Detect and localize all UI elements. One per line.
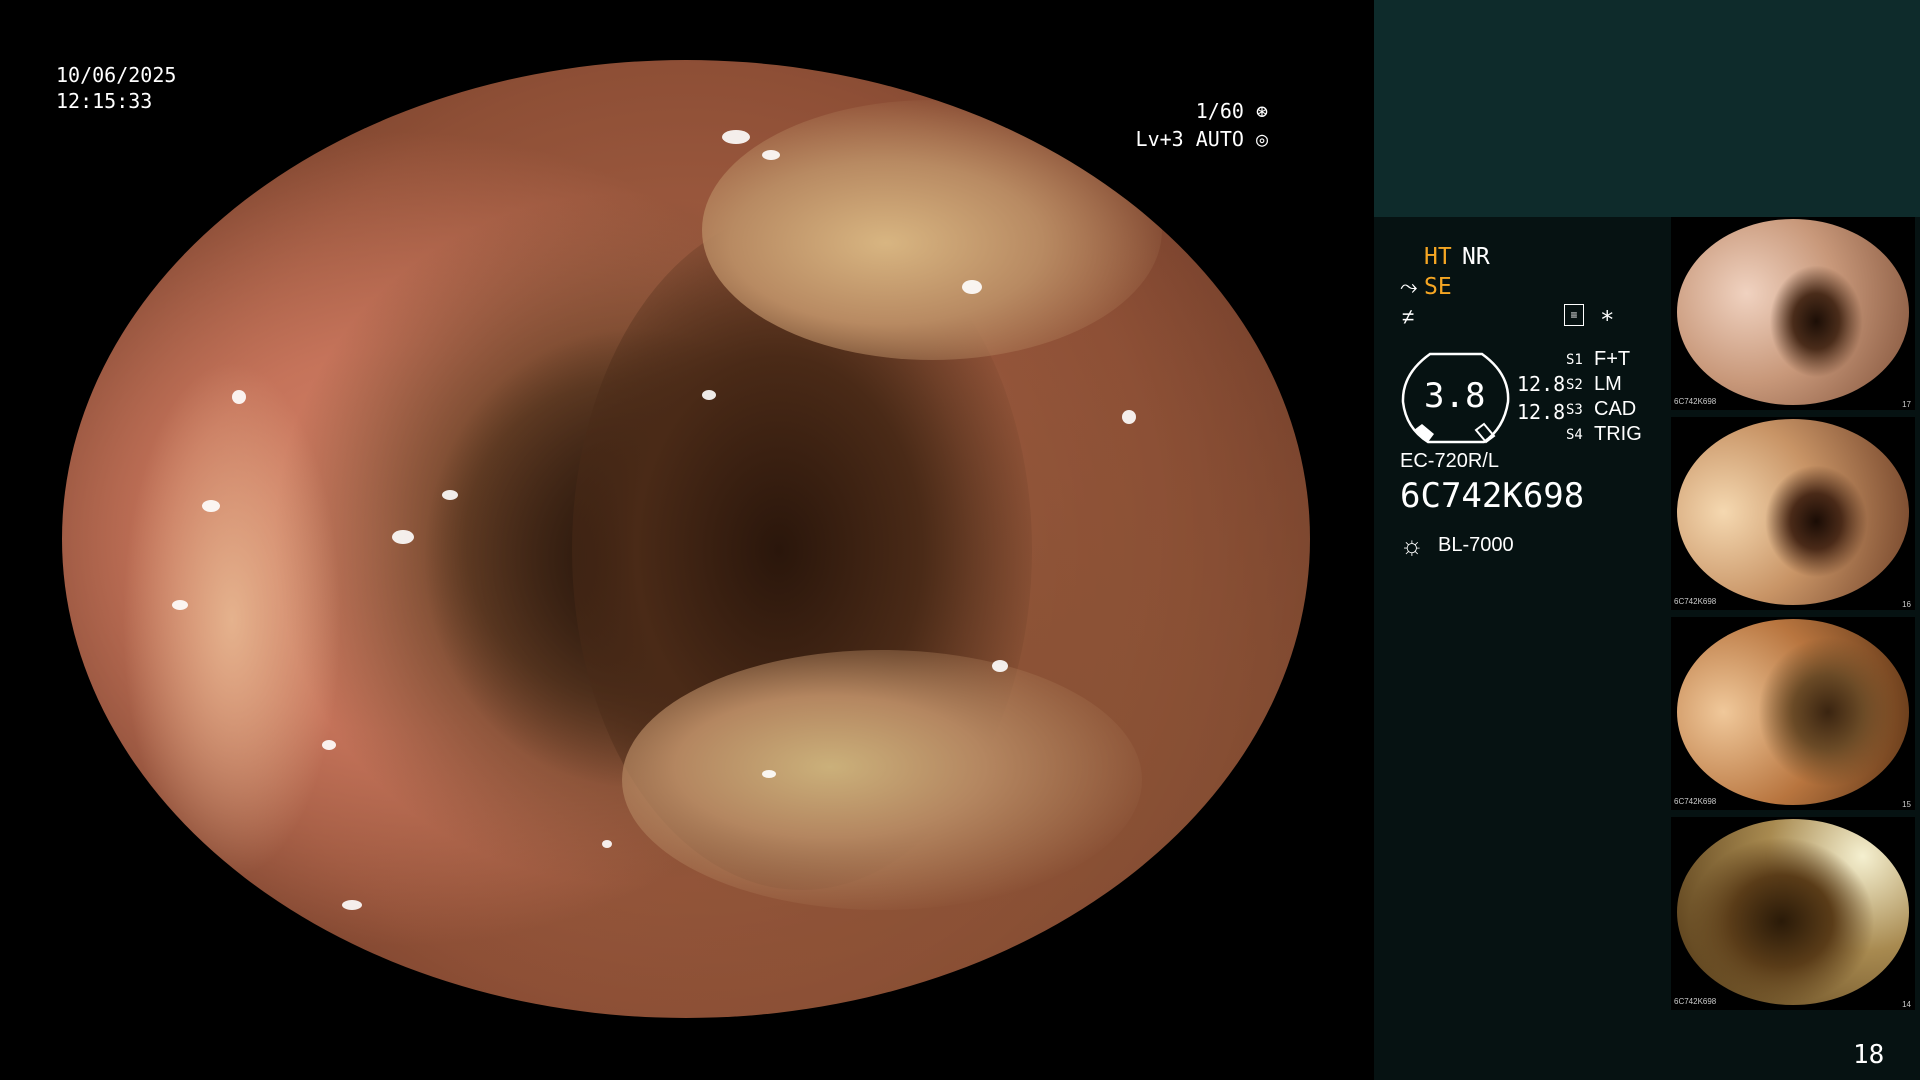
thumbnail-id: 6C742K698 bbox=[1674, 797, 1717, 806]
thumbnail-image bbox=[1677, 619, 1909, 805]
thumbnail[interactable]: 6C742K698 16 bbox=[1671, 417, 1915, 610]
gauge-value: 3.8 bbox=[1424, 376, 1486, 416]
thumbnail-number: 16 bbox=[1902, 600, 1911, 609]
gauge-value-bottom: 12.8 bbox=[1517, 400, 1566, 424]
shutter-speed-row: 1/60 ⊛ bbox=[1196, 98, 1268, 124]
frame-count: 18 bbox=[1853, 1040, 1885, 1070]
switch-key-s1: S1 bbox=[1566, 352, 1583, 368]
asterisk-mark: * bbox=[1600, 306, 1615, 334]
exam-date: 10/06/2025 bbox=[56, 63, 177, 87]
aperture-icon: ⊛ bbox=[1255, 99, 1268, 123]
light-source-icon: ☼ bbox=[1400, 530, 1424, 560]
switch-key-s2: S2 bbox=[1566, 377, 1583, 393]
thumbnail-number: 14 bbox=[1902, 1000, 1911, 1009]
exam-time: 12:15:33 bbox=[56, 89, 153, 113]
switch-value-s3: CAD bbox=[1594, 398, 1637, 420]
captured-images-list: 6C742K698 17 6C742K698 16 6C742K698 15 6… bbox=[1668, 217, 1920, 1017]
switch-value-s4: TRIG bbox=[1594, 423, 1642, 445]
nr-label: NR bbox=[1462, 244, 1490, 270]
thumbnail[interactable]: 6C742K698 17 bbox=[1671, 217, 1915, 410]
thumbnail-id: 6C742K698 bbox=[1674, 397, 1717, 406]
ht-label: HT bbox=[1424, 244, 1452, 270]
se-label: SE bbox=[1424, 274, 1452, 300]
thumbnail-image bbox=[1677, 219, 1909, 405]
thumbnail-id: 6C742K698 bbox=[1674, 597, 1717, 606]
switch-key-s3: S3 bbox=[1566, 402, 1583, 418]
switch-value-s2: LM bbox=[1594, 373, 1622, 395]
thumbnail-image bbox=[1677, 419, 1909, 605]
thumbnail[interactable]: 6C742K698 14 bbox=[1671, 817, 1915, 1010]
thumbnail-id: 6C742K698 bbox=[1674, 997, 1717, 1006]
switch-key-s4: S4 bbox=[1566, 427, 1583, 443]
endoscope-view bbox=[62, 60, 1310, 1018]
thumbnail-image bbox=[1677, 819, 1909, 1005]
iris-level-row: Lv+3 AUTO ◎ bbox=[1136, 126, 1268, 152]
switch-value-s1: F+T bbox=[1594, 348, 1631, 370]
auto-iris-icon: ◎ bbox=[1255, 127, 1268, 151]
thumbnail-number: 17 bbox=[1902, 400, 1911, 409]
thumbnail[interactable]: 6C742K698 15 bbox=[1671, 617, 1915, 810]
settings-list-icon: ≡ bbox=[1564, 304, 1584, 326]
light-source: BL-7000 bbox=[1438, 534, 1514, 556]
f-symbol-icon: ≠ bbox=[1402, 304, 1415, 329]
shutter-speed: 1/60 bbox=[1195, 99, 1244, 123]
gauge-value-top: 12.8 bbox=[1517, 372, 1566, 396]
scope-serial: 6C742K698 bbox=[1400, 476, 1585, 516]
thumbnail-number: 15 bbox=[1902, 800, 1911, 809]
structure-enhance-icon: ⤳ bbox=[1400, 274, 1418, 299]
scope-model: EC-720R/L bbox=[1400, 450, 1499, 472]
info-panel-header bbox=[1374, 0, 1920, 217]
iris-level: Lv+3 AUTO bbox=[1135, 127, 1244, 151]
